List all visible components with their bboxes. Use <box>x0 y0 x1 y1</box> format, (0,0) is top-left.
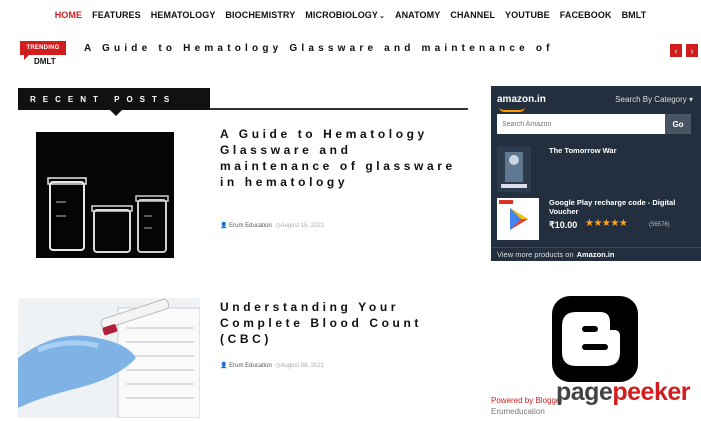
amazon-logo[interactable]: amazon.in <box>497 94 546 112</box>
blogger-b-icon <box>562 312 620 366</box>
product-title[interactable]: Google Play recharge code - Digital Vouc… <box>549 198 694 216</box>
amazon-footer-link: Amazon.in <box>576 250 615 259</box>
post-date: August 15, 2021 <box>280 223 325 229</box>
chevron-right-icon: › <box>690 45 694 56</box>
post-author[interactable]: 👤 Erum Education <box>220 363 272 369</box>
amazon-search-input[interactable] <box>497 114 665 134</box>
watermark-part-1: page <box>556 378 613 406</box>
nav-youtube[interactable]: YOUTUBE <box>500 10 555 20</box>
nav-microbiology[interactable]: MICROBIOLOGY⌄ <box>300 10 390 20</box>
nav-features[interactable]: FEATURES <box>87 10 146 20</box>
nav-anatomy[interactable]: ANATOMY <box>390 10 445 20</box>
nav-bmlt[interactable]: BMLT <box>617 10 652 20</box>
section-divider <box>210 108 468 110</box>
pagepeeker-watermark: pagepeeker <box>556 378 690 407</box>
movie-poster-icon <box>497 146 531 192</box>
product-title[interactable]: The Tomorrow War <box>549 146 617 155</box>
recent-posts-title: RECENT POSTS <box>18 88 210 116</box>
product-price: ₹10.00 <box>549 220 578 230</box>
amazon-smile-icon <box>499 107 525 112</box>
chevron-down-icon: ⌄ <box>379 13 385 20</box>
watermark-part-2: peeker <box>612 378 690 406</box>
amazon-go-button[interactable]: Go <box>665 114 691 134</box>
google-play-icon <box>497 198 539 240</box>
trending-next-button[interactable]: › <box>686 44 698 57</box>
post-meta: 👤 Erum Education ◷August 08, 2021 <box>220 362 324 369</box>
trending-headline[interactable]: A Guide to Hematology Glassware and main… <box>84 43 554 54</box>
nav-channel[interactable]: CHANNEL <box>445 10 500 20</box>
amazon-footer[interactable]: View more products on Amazon.in <box>491 247 701 261</box>
nav-home[interactable]: HOME <box>50 10 87 20</box>
chevron-left-icon: ‹ <box>674 45 678 56</box>
trending-prev-button[interactable]: ‹ <box>670 44 682 57</box>
post-title[interactable]: A Guide to Hematology Glassware and main… <box>220 126 470 190</box>
nav-facebook[interactable]: FACEBOOK <box>555 10 617 20</box>
post-thumbnail[interactable] <box>18 298 200 418</box>
post-author[interactable]: 👤 Erum Education <box>220 223 272 229</box>
blog-name: Erumeducation <box>491 407 545 416</box>
trending-category[interactable]: DMLT <box>34 57 56 66</box>
trending-bar: TRENDING DMLT A Guide to Hematology Glas… <box>18 38 701 66</box>
post-meta: 👤 Erum Education ◷August 15, 2021 <box>220 222 324 229</box>
recent-posts-header: RECENT POSTS <box>18 88 468 116</box>
post-date: August 08, 2021 <box>280 363 325 369</box>
lab-glassware-icon <box>36 132 174 258</box>
post-author-name: Erum Education <box>229 363 272 369</box>
powered-by-blogger[interactable]: Powered by Blogger <box>491 396 563 405</box>
product-image[interactable] <box>497 198 539 240</box>
trending-badge: TRENDING <box>20 41 66 60</box>
nav-biochemistry[interactable]: BIOCHEMISTRY <box>220 10 300 20</box>
review-count[interactable]: (56576) <box>649 222 670 228</box>
star-rating-icon: ★★★★★ <box>585 218 628 229</box>
main-nav: HOME FEATURES HEMATOLOGY BIOCHEMISTRY MI… <box>0 0 701 30</box>
amazon-widget: amazon.in Search By Category ▾ Go The To… <box>491 86 701 261</box>
nav-hematology[interactable]: HEMATOLOGY <box>146 10 221 20</box>
post-thumbnail[interactable] <box>36 132 174 258</box>
product-image[interactable] <box>497 146 531 192</box>
blood-test-icon <box>18 298 200 418</box>
category-dropdown[interactable]: Search By Category ▾ <box>615 95 693 104</box>
post-title[interactable]: Understanding Your Complete Blood Count … <box>220 299 470 347</box>
nav-microbiology-label: MICROBIOLOGY <box>305 10 378 20</box>
blogger-logo-icon[interactable] <box>552 296 638 382</box>
amazon-footer-text: View more products on <box>497 250 574 259</box>
amazon-logo-text: amazon.in <box>497 94 546 105</box>
post-author-name: Erum Education <box>229 223 272 229</box>
